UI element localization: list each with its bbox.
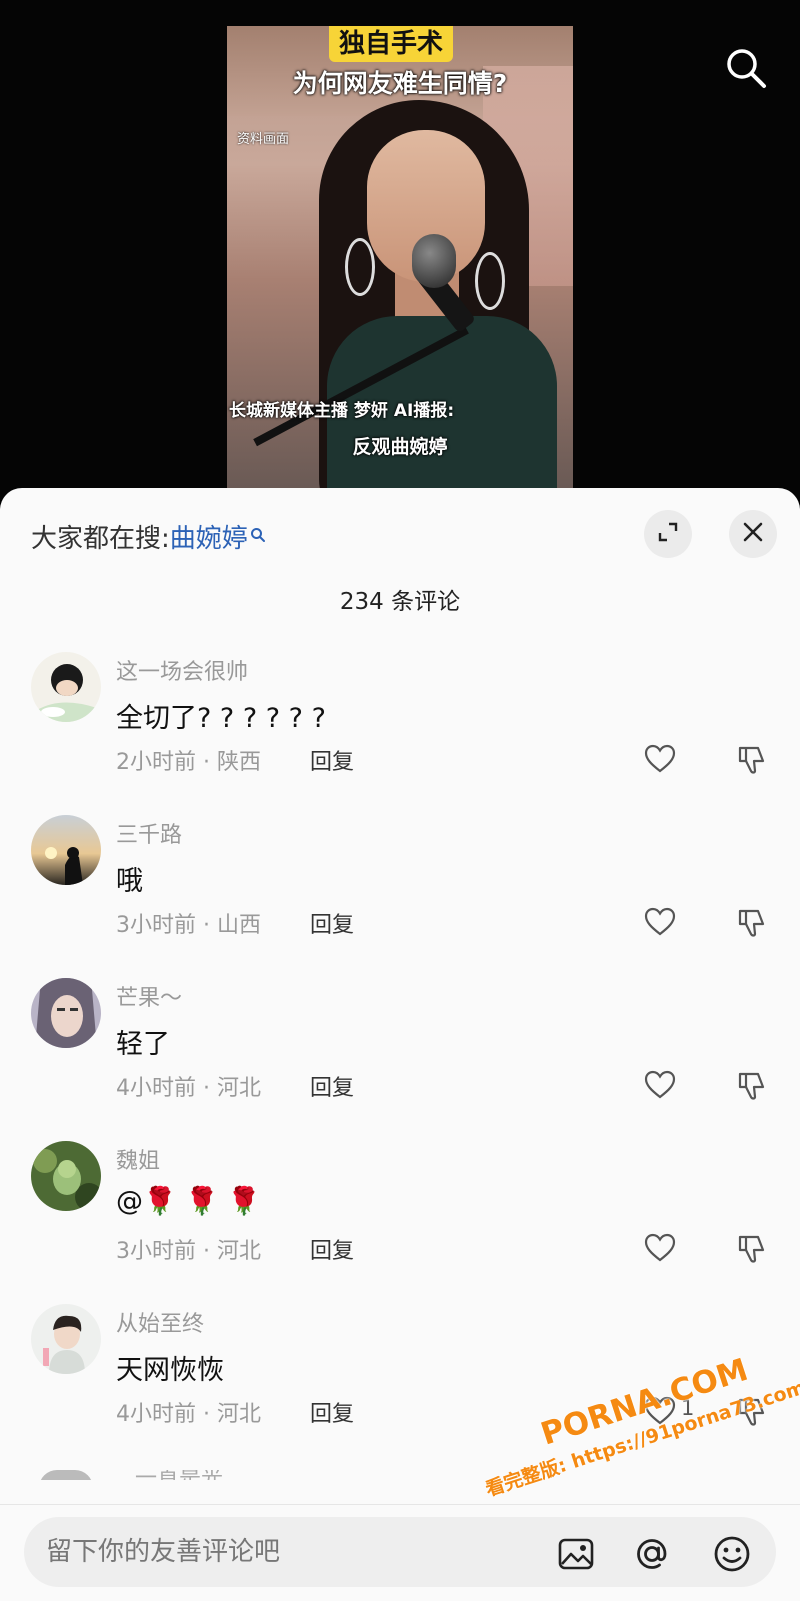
video-headline: 为何网友难生同情? [292, 69, 508, 98]
avatar[interactable] [31, 978, 101, 1048]
microphone [412, 234, 456, 288]
search-icon[interactable] [724, 46, 768, 90]
avatar[interactable] [39, 1470, 93, 1480]
close-button[interactable] [729, 510, 777, 558]
video-frame[interactable]: 独自手术 为何网友难生同情? 资料画面 长城新媒体主播 梦妍 AI播报: 反观曲… [227, 26, 573, 488]
comment-time-location: 3小时前 · 河北 [116, 1239, 261, 1264]
reply-button[interactable]: 回复 [310, 744, 354, 776]
comment-time-location: 4小时前 · 河北 [116, 1402, 261, 1427]
avatar[interactable] [31, 652, 101, 722]
avatar[interactable] [31, 815, 101, 885]
comment-username[interactable]: 芒果～ [116, 980, 182, 1012]
comment-text: 天网恢恢 [116, 1355, 224, 1386]
like-heart-icon[interactable] [643, 742, 677, 776]
video-caption-line2: 反观曲婉婷 [352, 436, 448, 458]
comment-text: 轻了 [116, 1029, 170, 1060]
video-tag: 独自手术 [329, 26, 454, 62]
reply-button[interactable]: 回复 [310, 1233, 354, 1265]
reply-button[interactable]: 回复 [310, 1070, 354, 1102]
at-mention-icon[interactable] [632, 1534, 672, 1574]
video-caption-line1: 长城新媒体主播 梦妍 AI播报: [229, 401, 455, 421]
comment-count: 234 条评论 [339, 589, 461, 615]
trending-prefix: 大家都在搜: [31, 524, 170, 554]
expand-icon [656, 520, 680, 548]
comment-username: 一直是光 [135, 1470, 223, 1480]
emoji-icon[interactable] [712, 1534, 752, 1574]
comment-username[interactable]: 从始至终 [116, 1306, 204, 1338]
comment-input-bar [0, 1504, 800, 1601]
comment-text: 全切了? ? ? ? ? ? [116, 703, 326, 734]
comment-username[interactable]: 三千路 [116, 817, 182, 849]
comment-username[interactable]: 这一场会很帅 [116, 654, 248, 686]
comment-input-container[interactable] [24, 1517, 776, 1587]
comment-item: 三千路 哦 3小时前 · 山西 回复 [0, 815, 800, 981]
video-note: 资料画面 [237, 132, 290, 147]
comment-item: 芒果～ 轻了 4小时前 · 河北 回复 [0, 978, 800, 1144]
dislike-icon[interactable] [736, 905, 770, 939]
like-heart-icon[interactable] [643, 1231, 677, 1265]
reply-button[interactable]: 回复 [310, 1396, 354, 1428]
comment-time-location: 4小时前 · 河北 [116, 1076, 261, 1101]
comment-item-partial: 一直是光 [31, 1470, 800, 1480]
trending-search[interactable]: 大家都在搜:曲婉婷 [31, 518, 266, 555]
dislike-icon[interactable] [736, 742, 770, 776]
like-heart-icon[interactable] [643, 905, 677, 939]
comment-username[interactable]: 魏姐 [116, 1143, 160, 1175]
image-icon[interactable] [556, 1534, 596, 1574]
trending-keyword[interactable]: 曲婉婷 [170, 524, 248, 554]
avatar[interactable] [31, 1141, 101, 1211]
dislike-icon[interactable] [736, 1231, 770, 1265]
close-icon [741, 520, 765, 548]
reply-button[interactable]: 回复 [310, 907, 354, 939]
earring-left [345, 238, 375, 296]
comment-time-location: 2小时前 · 陕西 [116, 750, 261, 775]
like-heart-icon[interactable] [643, 1068, 677, 1102]
dislike-icon[interactable] [736, 1068, 770, 1102]
comment-input[interactable] [46, 1531, 526, 1573]
comment-item: 这一场会很帅 全切了? ? ? ? ? ? 2小时前 · 陕西 回复 [0, 652, 800, 818]
comment-time-location: 3小时前 · 山西 [116, 913, 261, 938]
comment-item: 魏姐 @🌹 🌹 🌹 3小时前 · 河北 回复 [0, 1141, 800, 1307]
earring-right [475, 252, 505, 310]
avatar[interactable] [31, 1304, 101, 1374]
video-player[interactable]: 独自手术 为何网友难生同情? 资料画面 长城新媒体主播 梦妍 AI播报: 反观曲… [0, 0, 800, 500]
search-small-icon [250, 520, 266, 550]
comment-text: 哦 [116, 866, 143, 897]
comment-text: @🌹 🌹 🌹 [116, 1186, 262, 1217]
expand-button[interactable] [644, 510, 692, 558]
